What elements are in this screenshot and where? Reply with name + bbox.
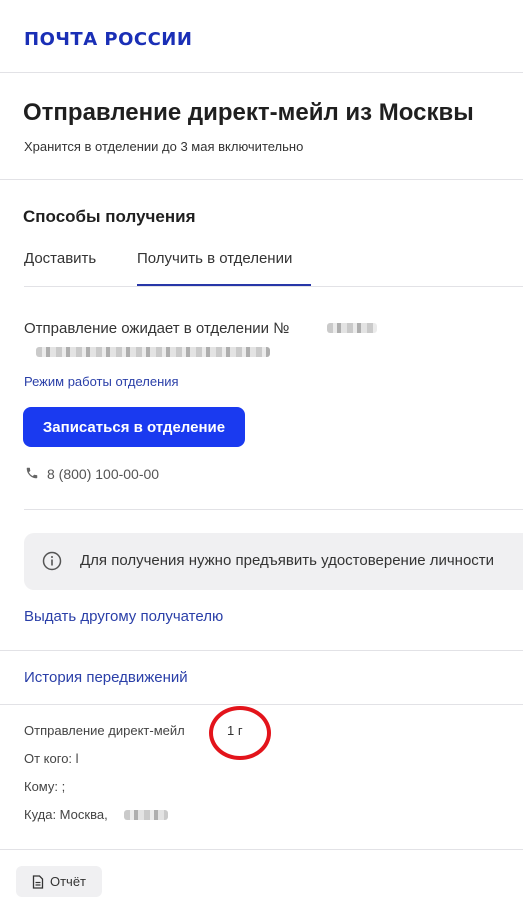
tracking-history-link[interactable]: История передвижений	[24, 669, 188, 686]
tabs-divider	[24, 286, 523, 287]
phone-icon	[26, 467, 38, 479]
book-office-visit-button[interactable]: Записаться в отделение	[23, 407, 245, 447]
tab-deliver[interactable]: Доставить	[24, 250, 96, 267]
divider	[0, 849, 523, 850]
document-icon	[32, 874, 44, 889]
redacted-office-address	[36, 347, 270, 357]
tab-pickup-at-office[interactable]: Получить в отделении	[137, 250, 292, 267]
phone-number[interactable]: 8 (800) 100-00-00	[47, 466, 159, 482]
divider	[0, 72, 523, 73]
report-button[interactable]: Отчёт	[16, 866, 102, 897]
shipment-type: Отправление директ-мейл	[24, 723, 185, 738]
recipient: Кому: ;	[24, 779, 66, 794]
divider	[0, 650, 523, 651]
destination: Куда: Москва,	[24, 807, 108, 822]
page-title: Отправление директ-мейл из Москвы	[23, 99, 474, 126]
notice-text: Для получения нужно предъявить удостовер…	[80, 552, 495, 569]
divider	[0, 179, 523, 180]
divider	[0, 704, 523, 705]
waiting-text: Отправление ожидает в отделении №	[24, 320, 290, 337]
other-recipient-link[interactable]: Выдать другому получателю	[24, 608, 223, 625]
annotation-circle	[209, 706, 271, 760]
office-hours-link[interactable]: Режим работы отделения	[24, 374, 179, 389]
section-title: Способы получения	[23, 207, 196, 226]
storage-deadline: Хранится в отделении до 3 мая включитель…	[24, 139, 304, 154]
logo[interactable]: ПОЧТА РОССИИ	[24, 29, 192, 50]
divider	[24, 509, 523, 510]
redacted-office-number	[327, 323, 377, 333]
report-label: Отчёт	[49, 874, 87, 889]
redacted-destination	[124, 810, 168, 820]
info-icon	[42, 551, 62, 571]
sender: От кого: l	[24, 751, 79, 766]
